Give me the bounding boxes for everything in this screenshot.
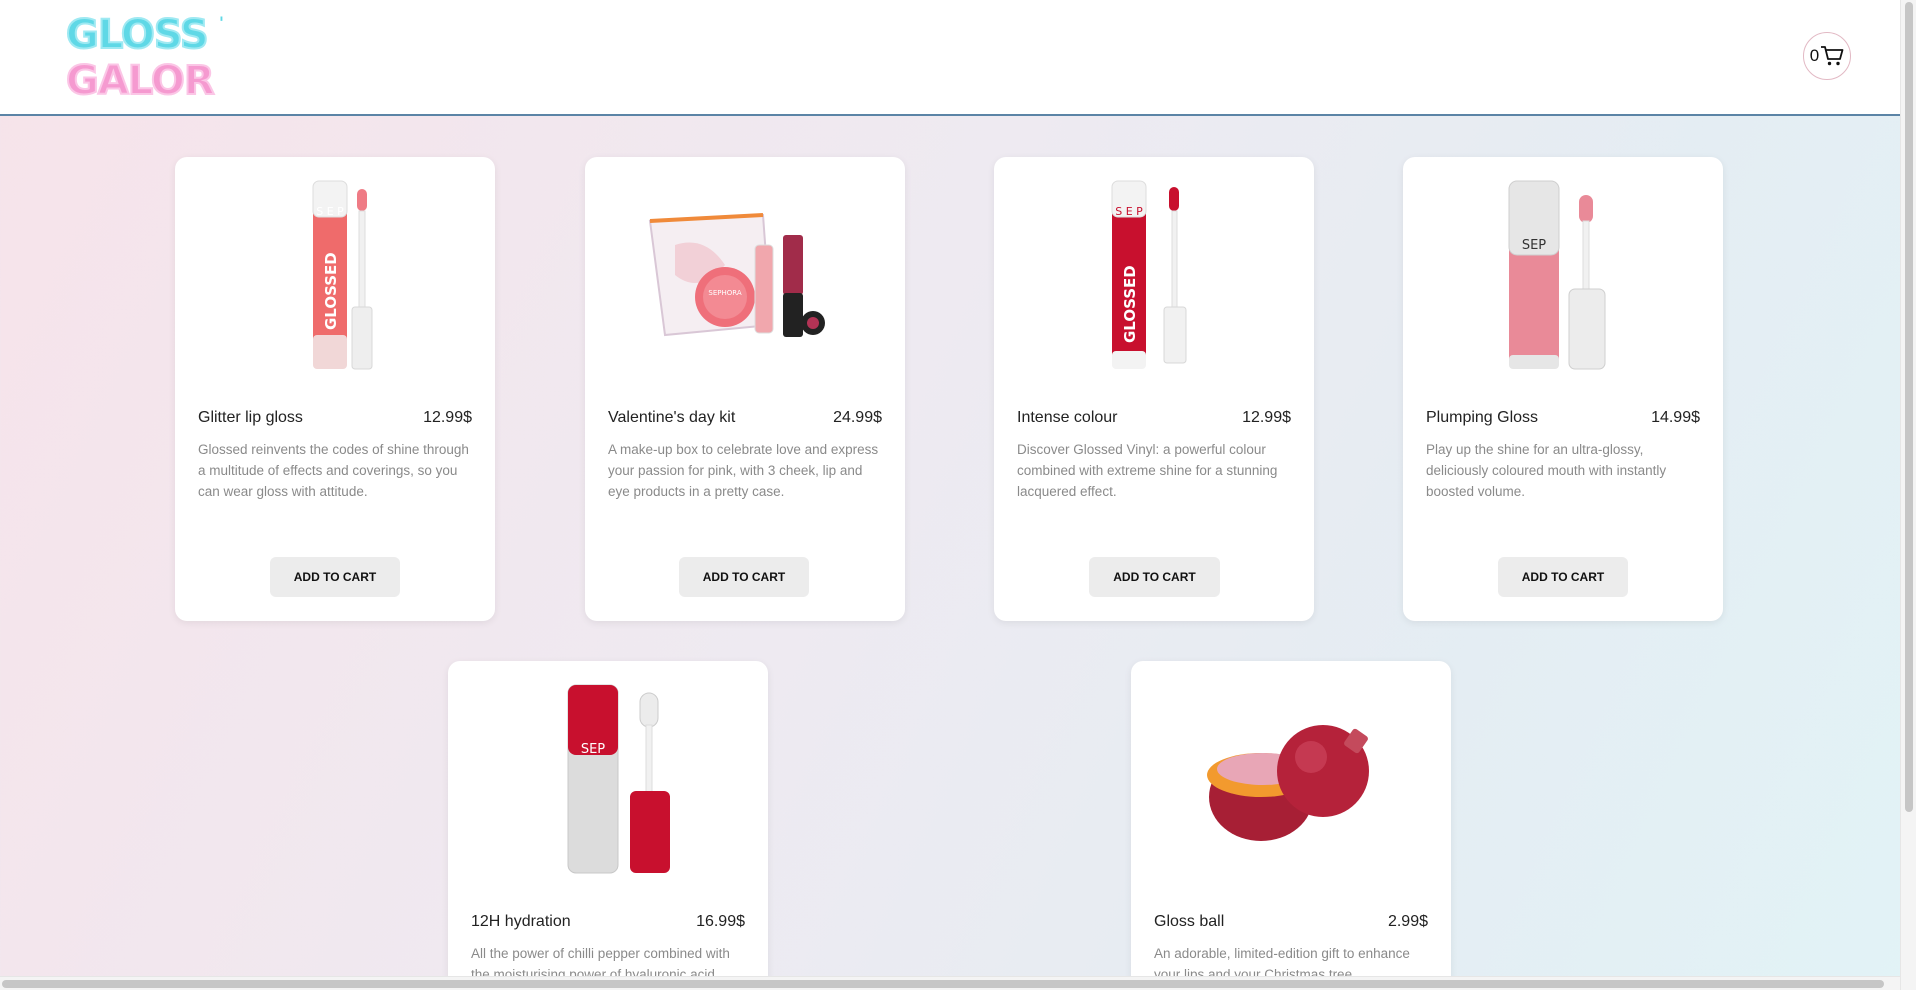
logo-line2: GALOR — [66, 58, 214, 104]
svg-text:SEP: SEP — [1522, 238, 1546, 253]
product-image — [1151, 679, 1431, 879]
product-name: 12H hydration — [471, 913, 571, 930]
product-price: 12.99$ — [423, 409, 472, 426]
product-description: Discover Glossed Vinyl: a powerful colou… — [1017, 442, 1278, 499]
svg-text:GLOSSED: GLOSSED — [322, 252, 340, 330]
product-name: Gloss ball — [1154, 913, 1225, 930]
cart-button[interactable]: 0 — [1803, 32, 1851, 80]
product-description: Play up the shine for an ultra-glossy, d… — [1426, 442, 1667, 499]
product-image: S E P GLOSSED — [195, 175, 475, 375]
product-card: Gloss ball 2.99$ An adorable, limited-ed… — [1131, 661, 1451, 990]
vertical-scrollbar[interactable] — [1900, 0, 1916, 990]
product-card: S E P GLOSSED Intense colour 12.99$ Disc… — [994, 157, 1314, 621]
svg-text:SEP: SEP — [581, 742, 605, 757]
product-description: A make-up box to celebrate love and expr… — [608, 442, 879, 499]
product-image: SEP — [468, 679, 748, 879]
svg-text:GLOSSED: GLOSSED — [1121, 265, 1139, 343]
product-card: S E P GLOSSED Glitter lip gloss 12.99$ G… — [175, 157, 495, 621]
product-price: 16.99$ — [696, 913, 745, 930]
product-name: Plumping Gloss — [1426, 409, 1539, 426]
svg-text:S E P: S E P — [1115, 205, 1143, 218]
horizontal-scrollbar[interactable] — [0, 976, 1900, 990]
add-to-cart-button[interactable]: ADD TO CART — [270, 557, 400, 597]
logo-line1: GLOSS — [66, 12, 208, 58]
product-card: SEP 12H hydration 16.99$ All the power o… — [448, 661, 768, 990]
svg-text:S E P: S E P — [316, 205, 344, 218]
add-to-cart-button[interactable]: ADD TO CART — [1089, 557, 1220, 597]
product-price: 12.99$ — [1242, 409, 1291, 426]
horizontal-scrollbar-thumb[interactable] — [2, 980, 1884, 988]
svg-text:': ' — [219, 13, 224, 32]
shopping-cart-icon — [1820, 45, 1844, 67]
product-description: Glossed reinvents the codes of shine thr… — [198, 442, 469, 499]
add-to-cart-button[interactable]: ADD TO CART — [679, 557, 809, 597]
product-name: Glitter lip gloss — [198, 409, 303, 426]
product-name: Intense colour — [1017, 409, 1118, 426]
product-price: 14.99$ — [1651, 409, 1700, 426]
gloss-galor-logo[interactable]: GLOSS ' GALOR — [62, 8, 232, 105]
product-name: Valentine's day kit — [608, 409, 736, 426]
vertical-scrollbar-thumb[interactable] — [1905, 2, 1913, 812]
svg-text:SEPHORA: SEPHORA — [708, 289, 741, 297]
product-card: SEPHORA Valentine's day kit 24.99$ A mak… — [585, 157, 905, 621]
product-price: 2.99$ — [1387, 913, 1428, 930]
cart-count: 0 — [1809, 46, 1820, 65]
product-price: 24.99$ — [833, 409, 882, 426]
product-image: S E P GLOSSED — [1014, 175, 1294, 375]
site-header: GLOSS ' GALOR 0 — [0, 0, 1900, 116]
add-to-cart-button[interactable]: ADD TO CART — [1498, 557, 1628, 597]
product-image: SEP — [1423, 175, 1703, 375]
product-image: SEPHORA — [605, 175, 885, 375]
product-card: SEP Plumping Gloss 14.99$ Play up the sh… — [1403, 157, 1723, 621]
